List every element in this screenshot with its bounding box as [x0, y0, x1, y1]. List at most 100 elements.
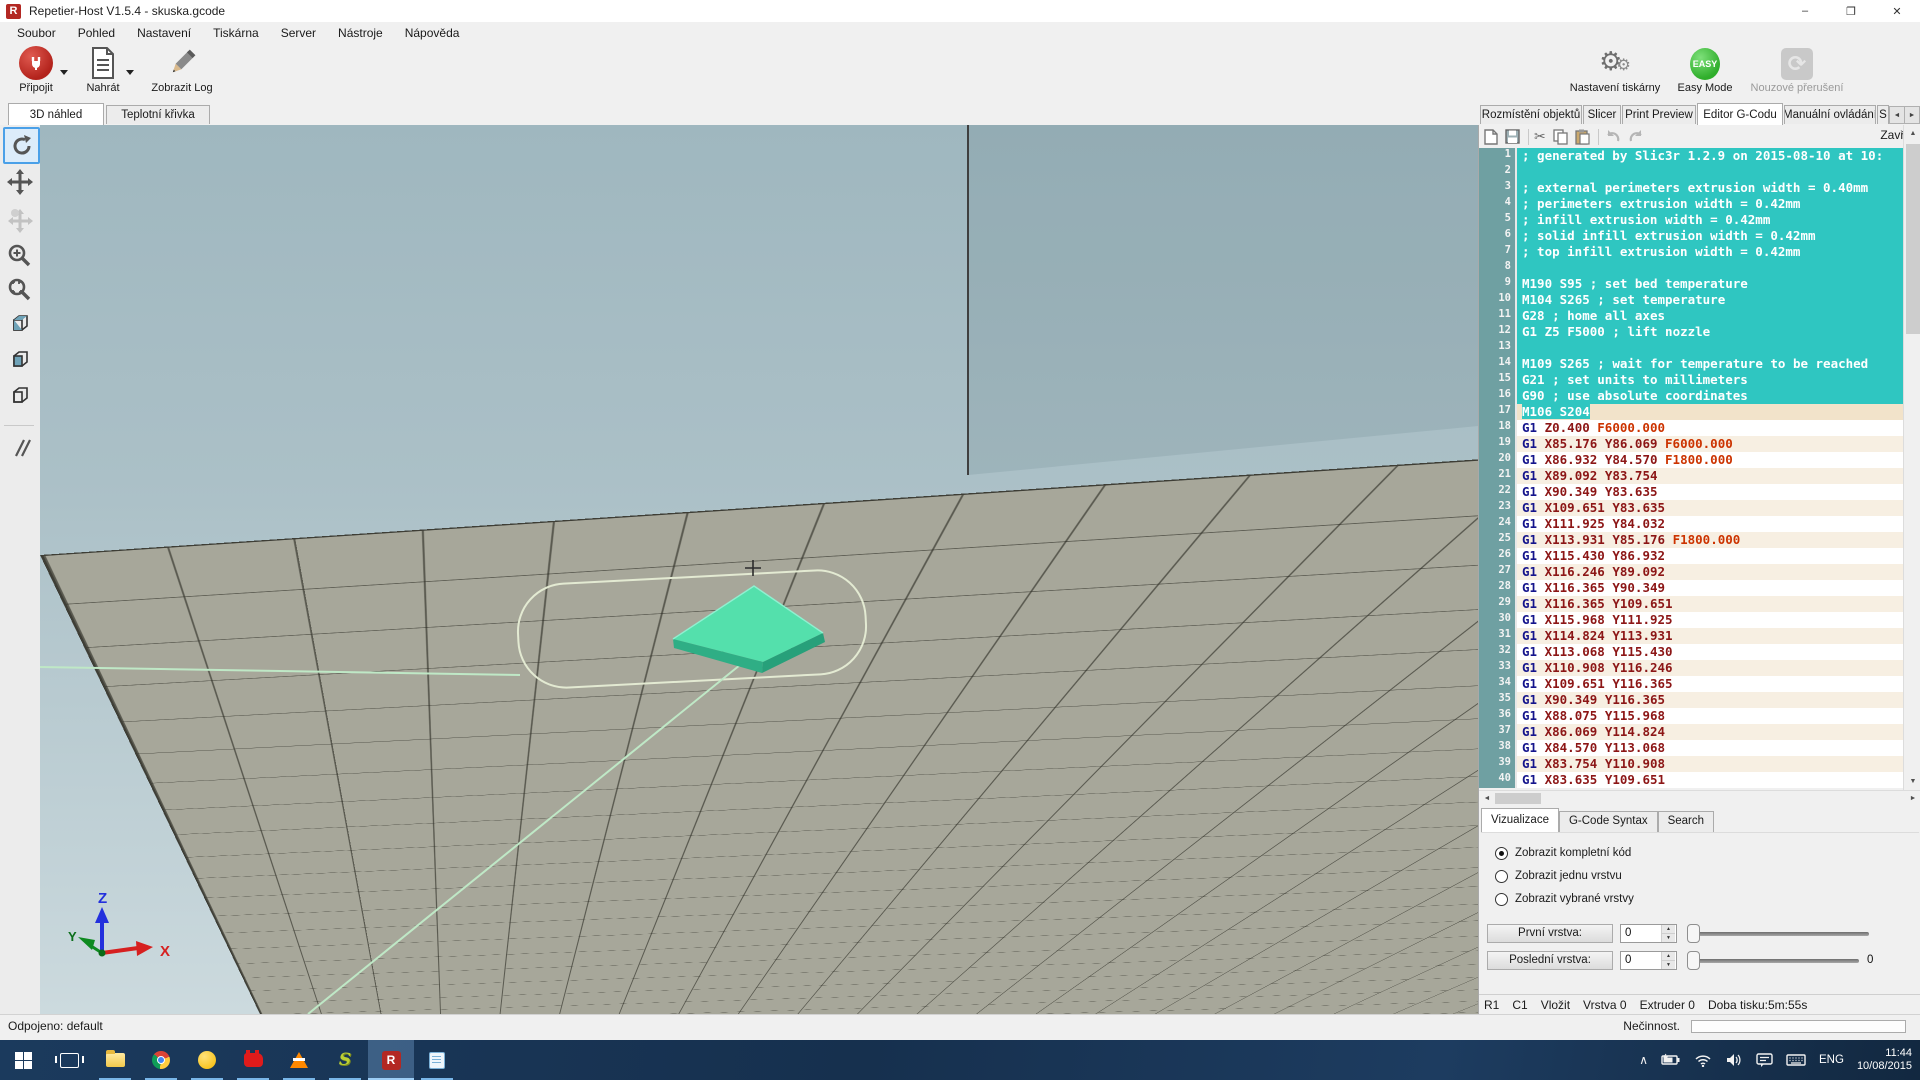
tab-truncated[interactable]: S	[1877, 105, 1889, 124]
paste-button[interactable]	[1575, 129, 1590, 145]
gcode-line[interactable]: 28G1 X116.365 Y90.349	[1479, 580, 1903, 596]
start-button[interactable]	[0, 1040, 46, 1080]
scroll-up-arrow[interactable]: ▲	[1904, 125, 1920, 142]
first-layer-spinner[interactable]: 0 ▲ ▼	[1620, 924, 1677, 943]
menu-napoveda[interactable]: Nápověda	[394, 22, 471, 44]
tab-search[interactable]: Search	[1658, 811, 1714, 832]
touch-keyboard-icon[interactable]	[1786, 1053, 1806, 1067]
gcode-line[interactable]: 12G1 Z5 F5000 ; lift nozzle	[1479, 324, 1903, 340]
taskbar-chrome-canary[interactable]	[184, 1040, 230, 1080]
gcode-line[interactable]: 3; external perimeters extrusion width =…	[1479, 180, 1903, 196]
gcode-line[interactable]: 17M106 S204	[1479, 404, 1903, 420]
connect-button[interactable]: Připojit	[4, 46, 68, 100]
spinner-up-icon[interactable]: ▲	[1661, 952, 1675, 960]
battery-icon[interactable]	[1661, 1053, 1681, 1067]
radio-show-single-layer[interactable]: Zobrazit jednu vrstvu	[1495, 868, 1622, 884]
gcode-line[interactable]: 19G1 X85.176 Y86.069 F6000.000	[1479, 436, 1903, 452]
tray-chevron-icon[interactable]: ∧	[1639, 1053, 1648, 1067]
gcode-line[interactable]: 29G1 X116.365 Y109.651	[1479, 596, 1903, 612]
tab-editor-gcodu[interactable]: Editor G-Codu	[1697, 103, 1783, 125]
maximize-button[interactable]: ❐	[1828, 0, 1874, 22]
gcode-line[interactable]: 14M109 S265 ; wait for temperature to be…	[1479, 356, 1903, 372]
menu-soubor[interactable]: Soubor	[6, 22, 67, 44]
menu-nastaveni[interactable]: Nastavení	[126, 22, 202, 44]
printed-object[interactable]	[673, 586, 825, 673]
radio-show-complete-code[interactable]: Zobrazit kompletní kód	[1495, 845, 1631, 861]
menu-pohled[interactable]: Pohled	[67, 22, 126, 44]
first-layer-slider[interactable]	[1687, 924, 1869, 943]
slider-thumb[interactable]	[1687, 951, 1700, 970]
printer-settings-button[interactable]: ⚙⚙ Nastavení tiskárny	[1563, 46, 1667, 100]
taskbar-slic3r[interactable]: S	[322, 1040, 368, 1080]
gcode-line[interactable]: 1; generated by Slic3r 1.2.9 on 2015-08-…	[1479, 148, 1903, 164]
zoom-fit-button[interactable]	[3, 273, 36, 306]
gcode-line[interactable]: 23G1 X109.651 Y83.635	[1479, 500, 1903, 516]
connect-dropdown-caret[interactable]	[60, 70, 68, 75]
load-dropdown-caret[interactable]	[126, 70, 134, 75]
gcode-line[interactable]: 25G1 X113.931 Y85.176 F1800.000	[1479, 532, 1903, 548]
editor-horizontal-scrollbar[interactable]: ◄ ►	[1479, 790, 1920, 806]
taskbar-chrome[interactable]	[138, 1040, 184, 1080]
taskbar-red-app[interactable]	[230, 1040, 276, 1080]
tab-scroll-right[interactable]: ►	[1904, 106, 1920, 124]
tab-slicer[interactable]: Slicer	[1583, 105, 1621, 124]
wifi-icon[interactable]	[1694, 1053, 1712, 1067]
gcode-line[interactable]: 13	[1479, 340, 1903, 356]
last-layer-button[interactable]: Poslední vrstva:	[1487, 951, 1613, 970]
first-layer-button[interactable]: První vrstva:	[1487, 924, 1613, 943]
load-button[interactable]: Nahrát	[74, 46, 132, 100]
gcode-line[interactable]: 2	[1479, 164, 1903, 180]
gcode-line[interactable]: 35G1 X90.349 Y116.365	[1479, 692, 1903, 708]
close-button[interactable]: ✕	[1874, 0, 1920, 22]
show-log-button[interactable]: Zobrazit Log	[140, 46, 224, 100]
gcode-line[interactable]: 10M104 S265 ; set temperature	[1479, 292, 1903, 308]
gcode-line[interactable]: 4; perimeters extrusion width = 0.42mm	[1479, 196, 1903, 212]
gcode-line[interactable]: 30G1 X115.968 Y111.925	[1479, 612, 1903, 628]
last-layer-slider[interactable]	[1687, 951, 1859, 970]
move-view-button[interactable]	[3, 165, 36, 198]
zoom-in-button[interactable]	[3, 239, 36, 272]
gcode-line[interactable]: 31G1 X114.824 Y113.931	[1479, 628, 1903, 644]
gcode-line[interactable]: 7; top infill extrusion width = 0.42mm	[1479, 244, 1903, 260]
speaker-icon[interactable]	[1725, 1053, 1743, 1067]
isometric-view-button[interactable]	[3, 308, 36, 341]
front-view-button[interactable]	[3, 344, 36, 377]
gcode-line[interactable]: 8	[1479, 260, 1903, 276]
radio-show-selected-layers[interactable]: Zobrazit vybrané vrstvy	[1495, 891, 1634, 907]
viewport-3d[interactable]: Z X Y	[40, 125, 1478, 1014]
rotate-view-button[interactable]	[3, 127, 40, 164]
taskbar-repetier-host[interactable]: R	[368, 1040, 414, 1080]
tab-print-preview[interactable]: Print Preview	[1622, 105, 1696, 124]
easy-mode-button[interactable]: EASY Easy Mode	[1672, 46, 1738, 100]
gcode-line[interactable]: 21G1 X89.092 Y83.754	[1479, 468, 1903, 484]
menu-server[interactable]: Server	[270, 22, 327, 44]
gcode-line[interactable]: 40G1 X83.635 Y109.651	[1479, 772, 1903, 788]
tab-3d-nahled[interactable]: 3D náhled	[8, 103, 104, 125]
tab-scroll-left[interactable]: ◄	[1889, 106, 1905, 124]
gcode-line[interactable]: 9M190 S95 ; set bed temperature	[1479, 276, 1903, 292]
language-indicator[interactable]: ENG	[1819, 1054, 1844, 1066]
gcode-editor[interactable]: 1; generated by Slic3r 1.2.9 on 2015-08-…	[1479, 148, 1903, 788]
copy-button[interactable]	[1553, 129, 1568, 145]
gcode-line[interactable]: 33G1 X110.908 Y116.246	[1479, 660, 1903, 676]
editor-vertical-scrollbar[interactable]: ▲ ▼	[1903, 125, 1920, 790]
notification-icon[interactable]	[1756, 1053, 1773, 1068]
taskbar-vlc[interactable]	[276, 1040, 322, 1080]
gcode-line[interactable]: 34G1 X109.651 Y116.365	[1479, 676, 1903, 692]
gcode-line[interactable]: 11G28 ; home all axes	[1479, 308, 1903, 324]
gcode-line[interactable]: 15G21 ; set units to millimeters	[1479, 372, 1903, 388]
gcode-line[interactable]: 6; solid infill extrusion width = 0.42mm	[1479, 228, 1903, 244]
taskbar-notepad[interactable]	[414, 1040, 460, 1080]
tab-manualni-ovladani[interactable]: Manuální ovládání	[1784, 105, 1876, 124]
gcode-line[interactable]: 20G1 X86.932 Y84.570 F1800.000	[1479, 452, 1903, 468]
taskbar-file-explorer[interactable]	[92, 1040, 138, 1080]
task-view-button[interactable]	[46, 1040, 92, 1080]
scroll-left-arrow[interactable]: ◄	[1479, 791, 1495, 806]
gcode-line[interactable]: 37G1 X86.069 Y114.824	[1479, 724, 1903, 740]
gcode-line[interactable]: 39G1 X83.754 Y110.908	[1479, 756, 1903, 772]
vertical-scroll-thumb[interactable]	[1906, 144, 1920, 334]
spinner-up-icon[interactable]: ▲	[1661, 925, 1675, 933]
tab-vizualizace[interactable]: Vizualizace	[1481, 808, 1559, 832]
minimize-button[interactable]: –	[1782, 0, 1828, 22]
new-file-button[interactable]	[1484, 129, 1498, 145]
